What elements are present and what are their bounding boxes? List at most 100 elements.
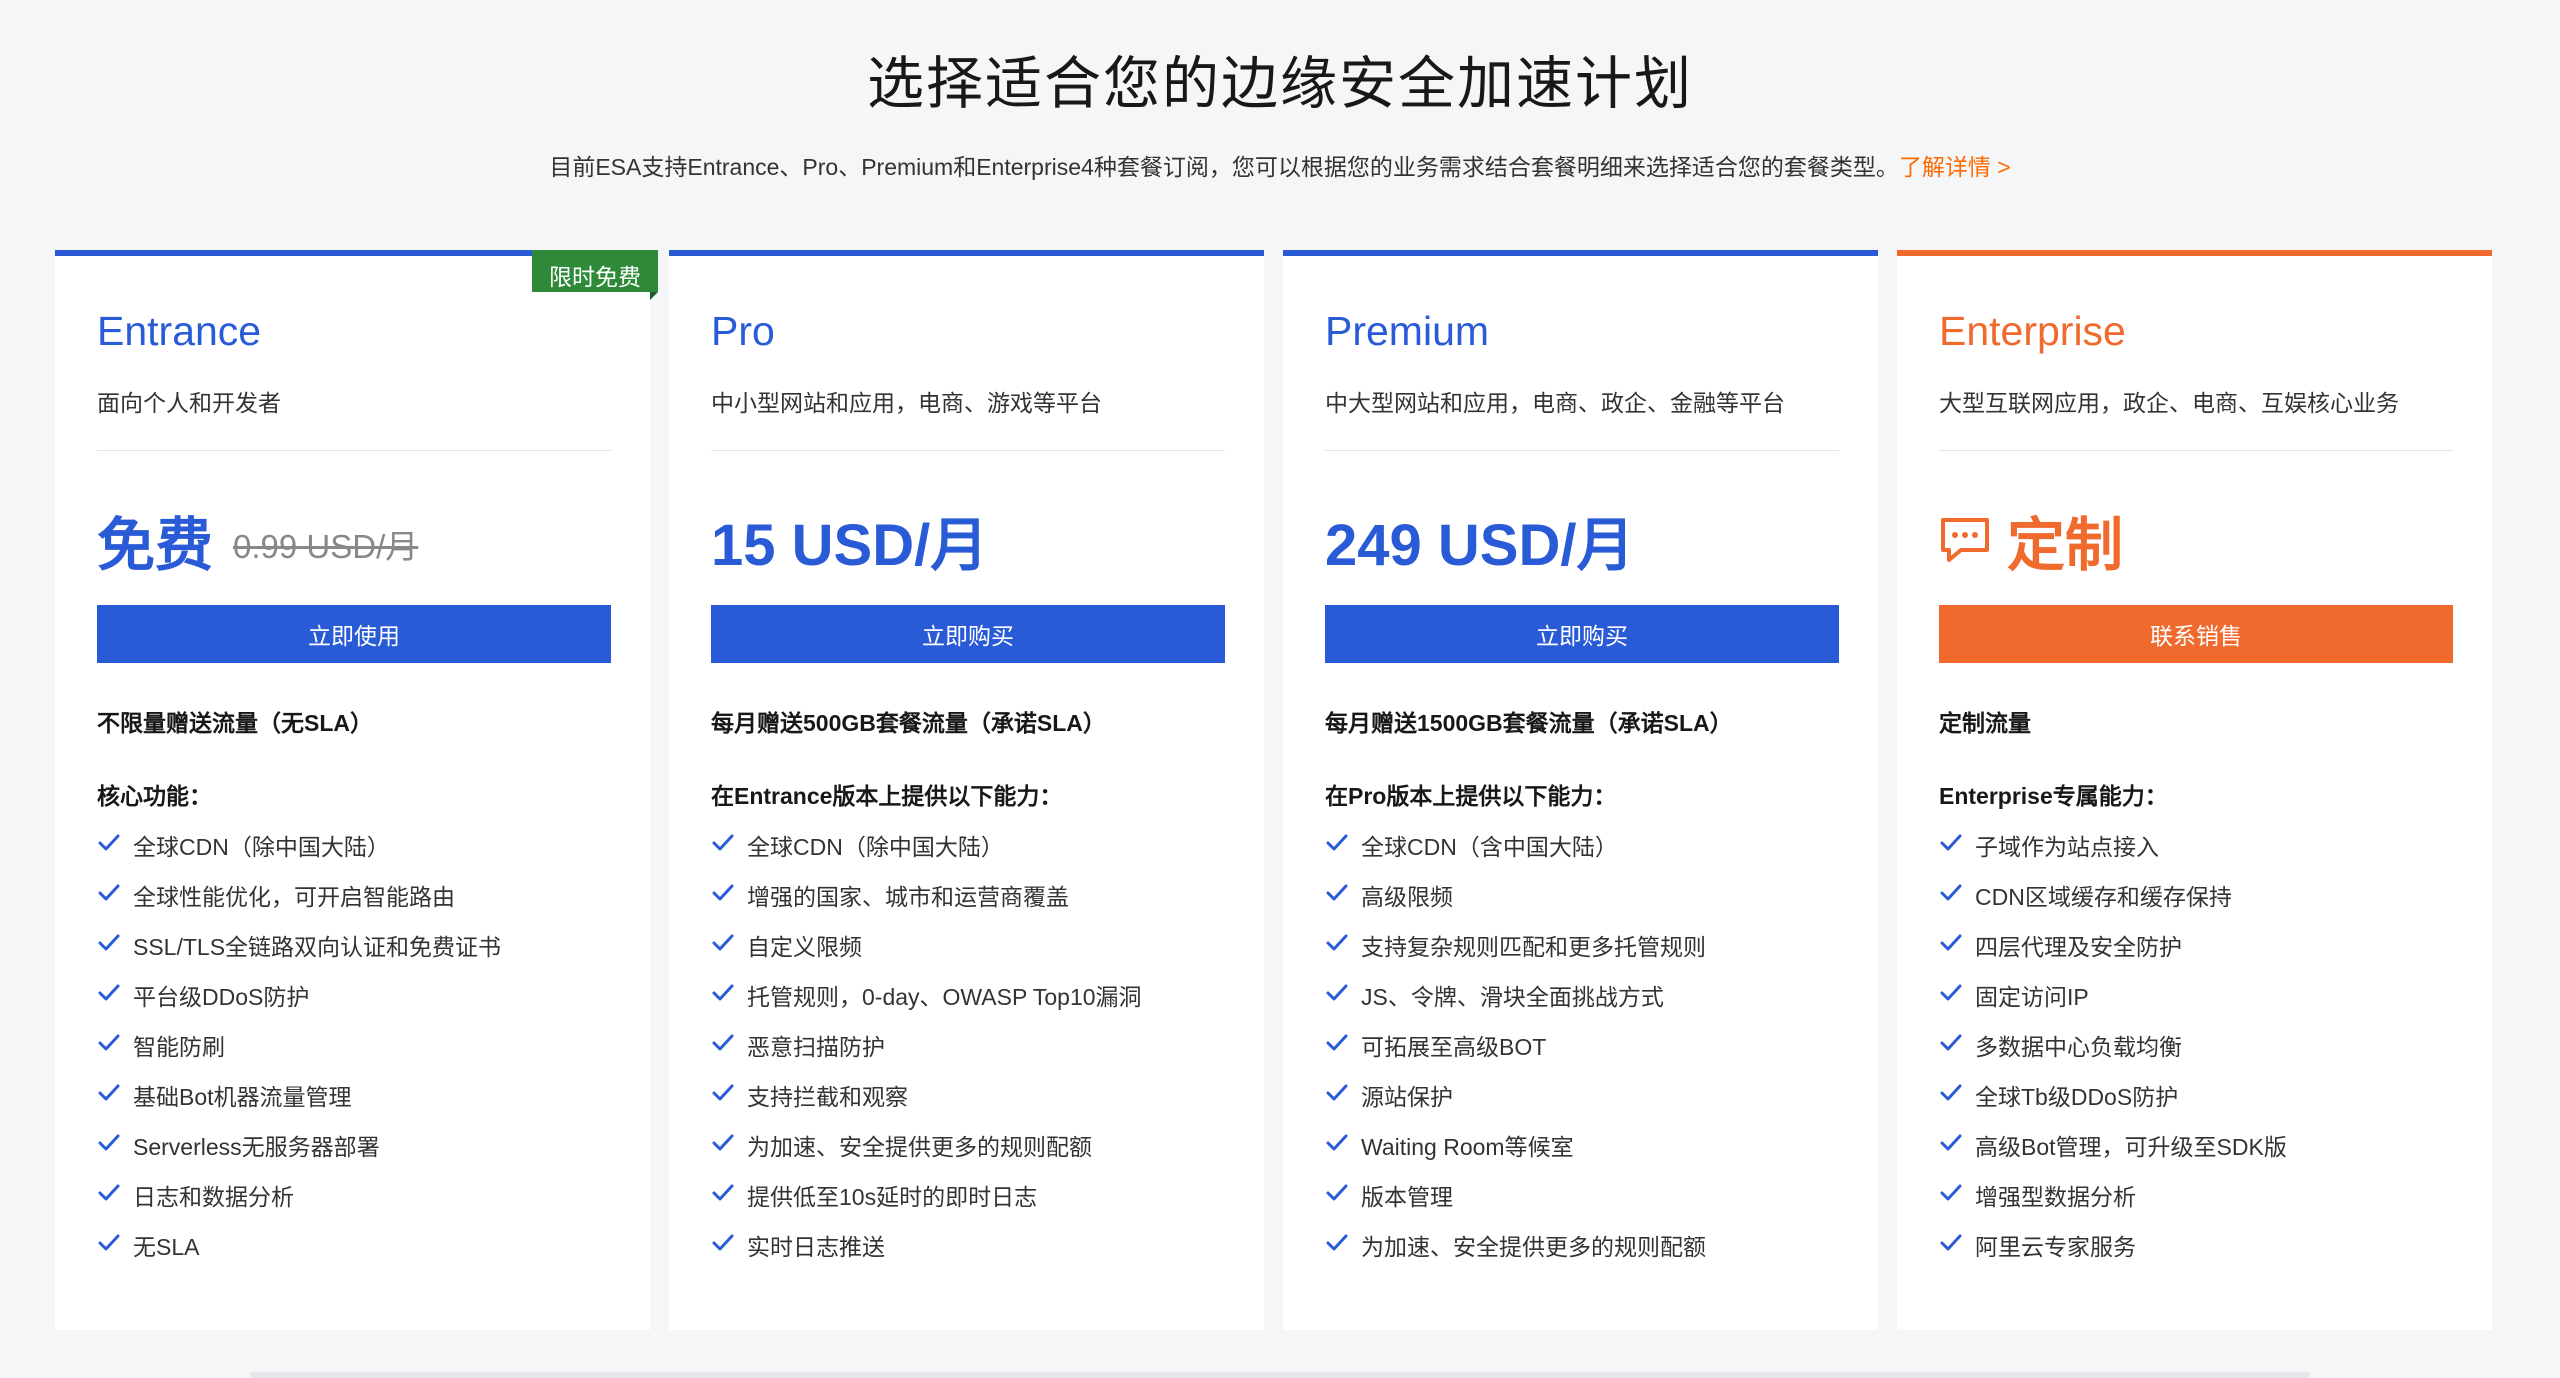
check-icon xyxy=(98,984,120,1001)
feature-item: 固定访问IP xyxy=(1939,978,2287,1028)
check-icon xyxy=(712,1184,734,1201)
feature-text: 为加速、安全提供更多的规则配额 xyxy=(747,1134,1092,1160)
contact-sales-button[interactable]: 联系销售 xyxy=(1939,605,2453,663)
plan-name: Enterprise xyxy=(1939,308,2126,354)
plan-name: Entrance xyxy=(97,308,262,354)
check-icon xyxy=(712,984,734,1001)
check-icon xyxy=(1326,834,1348,851)
plan-description: 中小型网站和应用，电商、游戏等平台 xyxy=(711,390,1102,416)
plan-description: 中大型网站和应用，电商、政企、金融等平台 xyxy=(1325,390,1785,416)
feature-text: JS、令牌、滑块全面挑战方式 xyxy=(1361,984,1664,1010)
feature-item: 实时日志推送 xyxy=(711,1228,1142,1278)
check-icon xyxy=(712,834,734,851)
buy-now-button[interactable]: 立即购买 xyxy=(711,605,1225,663)
check-icon xyxy=(1940,1234,1962,1251)
feature-item: 全球Tb级DDoS防护 xyxy=(1939,1078,2287,1128)
check-icon xyxy=(1326,1034,1348,1051)
feature-item: 提供低至10s延时的即时日志 xyxy=(711,1178,1142,1228)
subtitle-text: 目前ESA支持Entrance、Pro、Premium和Enterprise4种… xyxy=(549,154,1899,180)
feature-item: 支持复杂规则匹配和更多托管规则 xyxy=(1325,928,1706,978)
feature-item: 阿里云专家服务 xyxy=(1939,1228,2287,1278)
feature-text: 全球性能优化，可开启智能路由 xyxy=(133,884,455,910)
feature-text: 增强的国家、城市和运营商覆盖 xyxy=(747,884,1069,910)
price-value: 15 USD/月 xyxy=(711,513,989,578)
check-icon xyxy=(98,1134,120,1151)
features-title: 在Pro版本上提供以下能力： xyxy=(1325,783,1617,809)
feature-item: Waiting Room等候室 xyxy=(1325,1128,1706,1178)
price-value: 定制 xyxy=(2007,513,2124,578)
check-icon xyxy=(712,1134,734,1151)
feature-text: 高级限频 xyxy=(1361,884,1453,910)
feature-item: 子域作为站点接入 xyxy=(1939,828,2287,878)
check-icon xyxy=(1940,1034,1962,1051)
check-icon xyxy=(1326,1134,1348,1151)
check-icon xyxy=(712,934,734,951)
check-icon xyxy=(98,1034,120,1051)
feature-text: 为加速、安全提供更多的规则配额 xyxy=(1361,1234,1706,1260)
plan-card-pro: Pro 中小型网站和应用，电商、游戏等平台 15 USD/月 立即购买 每月赠送… xyxy=(669,250,1264,1330)
page-subtitle: 目前ESA支持Entrance、Pro、Premium和Enterprise4种… xyxy=(0,148,2560,182)
check-icon xyxy=(1326,1084,1348,1101)
feature-item: SSL/TLS全链路双向认证和免费证书 xyxy=(97,928,501,978)
feature-item: 增强型数据分析 xyxy=(1939,1178,2287,1228)
check-icon xyxy=(1940,984,1962,1001)
plan-name: Premium xyxy=(1325,308,1490,354)
feature-list: 子域作为站点接入 CDN区域缓存和缓存保持 四层代理及安全防护固定访问IP 多数据中心… xyxy=(1939,828,2287,1278)
details-link[interactable]: 了解详情 > xyxy=(1899,154,2011,180)
bottom-scroll-shadow xyxy=(250,1372,2310,1378)
feature-item: JS、令牌、滑块全面挑战方式 xyxy=(1325,978,1706,1028)
use-now-button[interactable]: 立即使用 xyxy=(97,605,611,663)
feature-text: 支持复杂规则匹配和更多托管规则 xyxy=(1361,934,1706,960)
feature-text: Waiting Room等候室 xyxy=(1361,1134,1574,1160)
feature-item: 多数据中心负载均衡 xyxy=(1939,1028,2287,1078)
feature-item: CDN区域缓存和缓存保持 xyxy=(1939,878,2287,928)
divider xyxy=(1939,450,2453,451)
feature-text: 全球CDN（含中国大陆） xyxy=(1361,834,1618,860)
check-icon xyxy=(98,884,120,901)
feature-item: Serverless无服务器部署 xyxy=(97,1128,501,1178)
feature-text: 智能防刷 xyxy=(133,1034,225,1060)
check-icon xyxy=(1940,934,1962,951)
check-icon xyxy=(712,1034,734,1051)
feature-item: 增强的国家、城市和运营商覆盖 xyxy=(711,878,1142,928)
feature-item: 无SLA xyxy=(97,1228,501,1278)
feature-text: SSL/TLS全链路双向认证和免费证书 xyxy=(133,934,502,960)
traffic-info: 每月赠送1500GB套餐流量（承诺SLA） xyxy=(1325,710,1733,736)
feature-text: 版本管理 xyxy=(1361,1184,1453,1210)
feature-item: 为加速、安全提供更多的规则配额 xyxy=(711,1128,1142,1178)
feature-item: 源站保护 xyxy=(1325,1078,1706,1128)
feature-item: 四层代理及安全防护 xyxy=(1939,928,2287,978)
plan-price: 免费 0.99 USD/月 xyxy=(97,498,418,582)
price-value: 249 USD/月 xyxy=(1325,513,1635,578)
feature-item: 全球性能优化，可开启智能路由 xyxy=(97,878,501,928)
feature-text: 基础Bot机器流量管理 xyxy=(133,1084,352,1110)
feature-text: 平台级DDoS防护 xyxy=(133,984,310,1010)
check-icon xyxy=(98,1084,120,1101)
feature-item: 全球CDN（含中国大陆） xyxy=(1325,828,1706,878)
traffic-info: 不限量赠送流量（无SLA） xyxy=(97,710,373,736)
feature-item: 基础Bot机器流量管理 xyxy=(97,1078,501,1128)
original-price: 0.99 USD/月 xyxy=(233,528,419,565)
feature-item: 平台级DDoS防护 xyxy=(97,978,501,1028)
divider xyxy=(97,450,611,451)
feature-item: 自定义限频 xyxy=(711,928,1142,978)
feature-text: CDN区域缓存和缓存保持 xyxy=(1975,884,2232,910)
feature-item: 智能防刷 xyxy=(97,1028,501,1078)
buy-now-button[interactable]: 立即购买 xyxy=(1325,605,1839,663)
feature-item: 高级Bot管理，可升级至SDK版 xyxy=(1939,1128,2287,1178)
feature-text: 阿里云专家服务 xyxy=(1975,1234,2136,1260)
traffic-info: 定制流量 xyxy=(1939,710,2031,736)
feature-item: 托管规则，0-day、OWASP Top10漏洞 xyxy=(711,978,1142,1028)
check-icon xyxy=(1326,884,1348,901)
feature-text: 托管规则，0-day、OWASP Top10漏洞 xyxy=(747,984,1142,1010)
check-icon xyxy=(1326,934,1348,951)
feature-text: 四层代理及安全防护 xyxy=(1975,934,2182,960)
feature-text: 实时日志推送 xyxy=(747,1234,885,1260)
feature-item: 全球CDN（除中国大陆） xyxy=(711,828,1142,878)
feature-text: 子域作为站点接入 xyxy=(1975,834,2159,860)
feature-text: 可拓展至高级BOT xyxy=(1361,1034,1547,1060)
feature-text: 恶意扫描防护 xyxy=(747,1034,885,1060)
plan-description: 面向个人和开发者 xyxy=(97,390,281,416)
check-icon xyxy=(1326,984,1348,1001)
limited-free-badge: 限时免费 xyxy=(532,250,658,300)
